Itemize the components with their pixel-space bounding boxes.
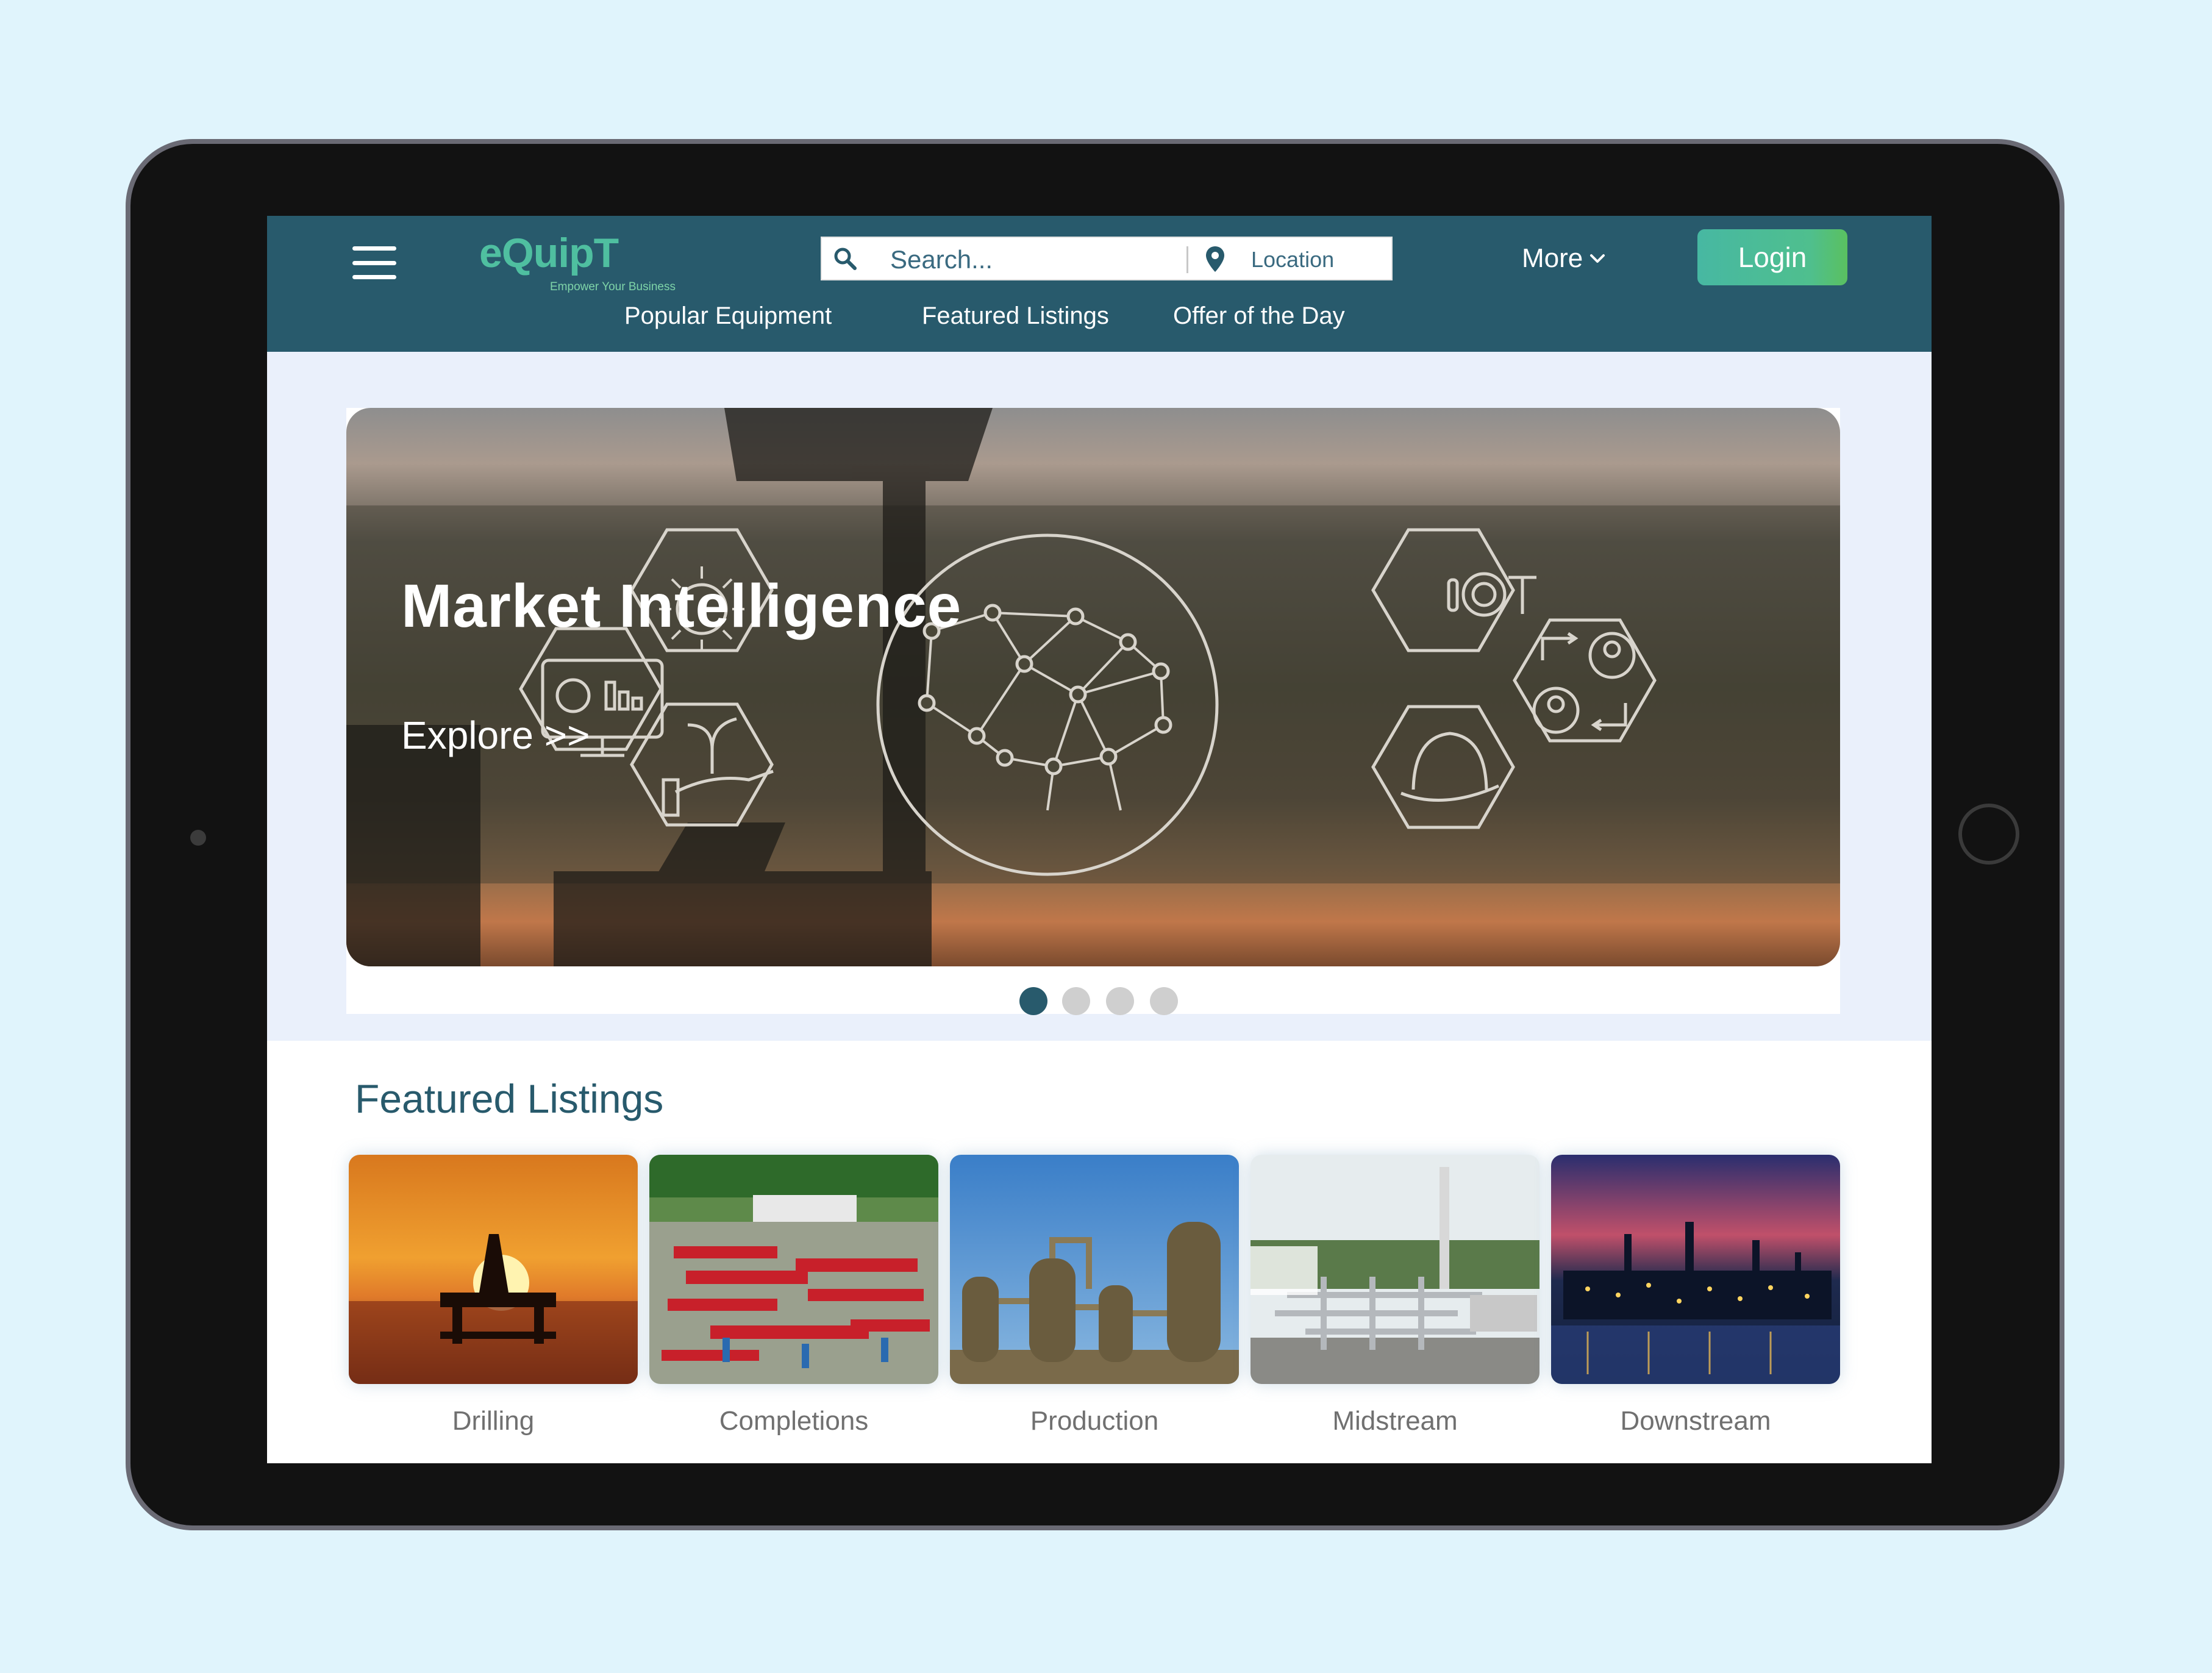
search-divider bbox=[1186, 246, 1188, 273]
front-camera bbox=[190, 830, 206, 846]
midstream-image bbox=[1250, 1155, 1539, 1384]
market-intelligence-illustration bbox=[346, 408, 1840, 966]
downstream-image bbox=[1551, 1155, 1840, 1384]
production-image bbox=[950, 1155, 1239, 1384]
nav-link-offer-of-the-day[interactable]: Offer of the Day bbox=[1173, 302, 1345, 330]
carousel: Market Intelligence Explore >> bbox=[346, 408, 1840, 1015]
card-label: Midstream bbox=[1332, 1406, 1458, 1436]
featured-listings-row: Drilling Completions Production Midstrea… bbox=[340, 1155, 1877, 1460]
carousel-dot-4[interactable] bbox=[1150, 987, 1178, 1015]
top-navigation-bar: eQuipT Empower Your Business More bbox=[267, 216, 1932, 352]
hero-explore-link[interactable]: Explore >> bbox=[401, 713, 590, 758]
card-label: Completions bbox=[719, 1406, 869, 1436]
card-label: Downstream bbox=[1620, 1406, 1771, 1436]
more-label: More bbox=[1522, 243, 1583, 273]
chevron-down-icon bbox=[1590, 254, 1605, 263]
hero-section: Market Intelligence Explore >> bbox=[267, 352, 1932, 1041]
nav-link-featured-listings[interactable]: Featured Listings bbox=[922, 302, 1109, 330]
hero-title: Market Intelligence bbox=[401, 572, 962, 640]
hero-banner[interactable]: Market Intelligence Explore >> bbox=[346, 408, 1840, 966]
logo-text: eQuipT bbox=[479, 230, 619, 276]
carousel-dot-1[interactable] bbox=[1019, 987, 1047, 1015]
search-icon[interactable] bbox=[833, 246, 857, 271]
completions-image bbox=[649, 1155, 938, 1384]
carousel-dot-2[interactable] bbox=[1062, 987, 1090, 1015]
app-screen: eQuipT Empower Your Business More bbox=[267, 216, 1932, 1463]
drilling-image bbox=[349, 1155, 638, 1384]
listing-card-drilling[interactable]: Drilling bbox=[349, 1155, 638, 1447]
more-dropdown[interactable]: More bbox=[1522, 237, 1606, 280]
card-label: Drilling bbox=[452, 1406, 535, 1436]
carousel-dot-3[interactable] bbox=[1106, 987, 1134, 1015]
listing-card-midstream[interactable]: Midstream bbox=[1250, 1155, 1539, 1447]
location-pin-icon bbox=[1206, 246, 1224, 272]
logo-tagline: Empower Your Business bbox=[550, 280, 676, 293]
search-input[interactable] bbox=[889, 243, 1184, 277]
login-button[interactable]: Login bbox=[1697, 229, 1847, 285]
featured-listings-heading: Featured Listings bbox=[355, 1076, 664, 1121]
location-input[interactable] bbox=[1250, 243, 1386, 277]
listing-card-production[interactable]: Production bbox=[950, 1155, 1239, 1447]
nav-link-popular-equipment[interactable]: Popular Equipment bbox=[624, 302, 832, 330]
search-bar bbox=[821, 237, 1393, 280]
tablet-frame: eQuipT Empower Your Business More bbox=[126, 139, 2064, 1530]
home-button[interactable] bbox=[1958, 804, 2019, 865]
brand-logo[interactable]: eQuipT Empower Your Business bbox=[479, 229, 735, 296]
listing-card-downstream[interactable]: Downstream bbox=[1551, 1155, 1840, 1447]
listing-card-completions[interactable]: Completions bbox=[649, 1155, 938, 1447]
hamburger-menu-icon[interactable] bbox=[352, 246, 396, 279]
card-label: Production bbox=[1030, 1406, 1159, 1436]
